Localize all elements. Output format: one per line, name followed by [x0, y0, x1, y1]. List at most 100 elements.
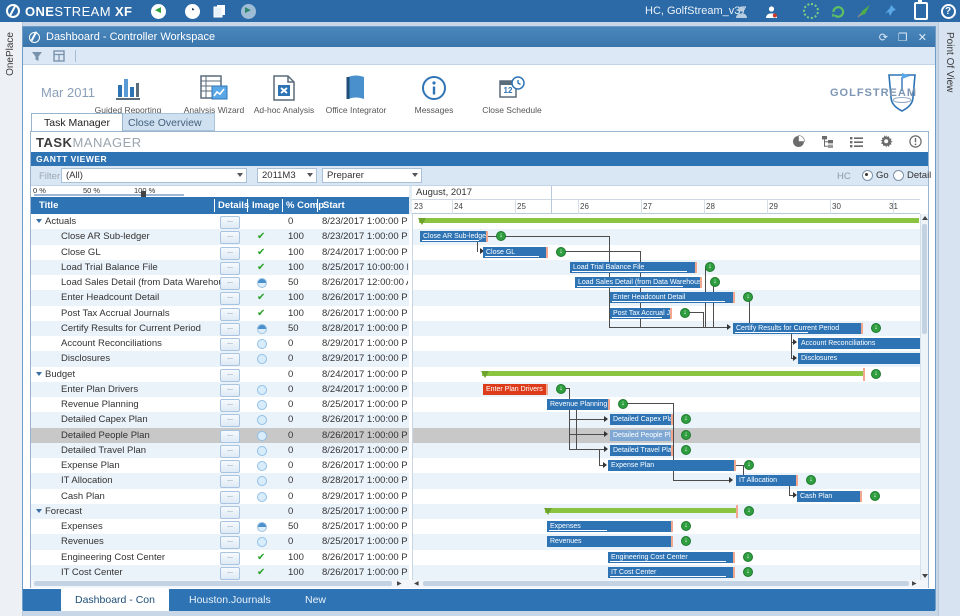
task-complete-circle-icon[interactable]: ↓: [681, 536, 691, 546]
table-row[interactable]: Engineering Cost Center...✔1008/26/2017 …: [31, 550, 409, 565]
window-refresh-button[interactable]: ⟳: [879, 31, 888, 44]
task-complete-circle-icon[interactable]: ↓: [743, 552, 753, 562]
task-complete-circle-icon[interactable]: ↓: [871, 369, 881, 379]
table-row[interactable]: Detailed Travel Plan...08/26/2017 1:00:0…: [31, 443, 409, 458]
gantt-bar[interactable]: Revenues: [547, 536, 673, 547]
table-row[interactable]: Enter Headcount Detail...✔1008/26/2017 1…: [31, 290, 409, 305]
window-close-button[interactable]: ✕: [918, 31, 927, 44]
table-row[interactable]: Actuals...08/23/2017 1:00:00 PM: [31, 214, 409, 229]
gear-icon[interactable]: [880, 135, 893, 148]
details-button[interactable]: ...: [220, 536, 240, 549]
column-header-comp[interactable]: % Comp: [286, 197, 324, 214]
navigate-icon[interactable]: ◔: [184, 3, 200, 19]
task-complete-circle-icon[interactable]: ↓: [681, 445, 691, 455]
details-button[interactable]: ...: [220, 262, 240, 275]
back-button[interactable]: ◄: [150, 3, 166, 19]
gantt-bar[interactable]: Post Tax Accrual Journ: [610, 308, 672, 319]
gantt-bar[interactable]: Detailed Travel Plan: [610, 445, 673, 456]
table-row[interactable]: Forecast...08/25/2017 1:00:00 PM: [31, 504, 409, 519]
radio-go[interactable]: Go: [862, 170, 889, 181]
gantt-bar[interactable]: Load Sales Detail (from Data Warehouse): [575, 277, 702, 288]
details-button[interactable]: ...: [220, 414, 240, 427]
task-complete-circle-icon[interactable]: ↓: [806, 475, 816, 485]
table-row[interactable]: Budget...08/24/2017 1:00:00 PM: [31, 367, 409, 382]
task-complete-circle-icon[interactable]: ↓: [556, 247, 566, 257]
oneplace-strip[interactable]: OnePlace: [0, 22, 23, 616]
table-row[interactable]: Post Tax Accrual Journals...✔1008/26/201…: [31, 306, 409, 321]
details-button[interactable]: ...: [220, 247, 240, 260]
gantt-vertical-scrollbar[interactable]: [920, 214, 928, 580]
gantt-summary-bar[interactable]: [545, 508, 736, 513]
gantt-bar[interactable]: Certify Results for Current Period: [733, 323, 863, 334]
column-header-start[interactable]: Start: [323, 197, 345, 214]
details-button[interactable]: ...: [220, 506, 240, 519]
window-popout-button[interactable]: ❐: [898, 31, 908, 44]
details-button[interactable]: ...: [220, 384, 240, 397]
copy-pages-icon[interactable]: [212, 3, 228, 19]
zoom-slider-track[interactable]: [34, 194, 184, 196]
table-hscroll-right-arrow[interactable]: ▶: [397, 581, 402, 587]
group-collapse-icon[interactable]: [36, 372, 42, 376]
task-complete-circle-icon[interactable]: ↓: [618, 399, 628, 409]
table-row[interactable]: IT Cost Center...✔1008/26/2017 1:00:00 P…: [31, 565, 409, 580]
refresh-icon[interactable]: [830, 3, 846, 19]
period-dropdown[interactable]: 2011M3: [257, 168, 317, 183]
table-row[interactable]: Certify Results for Current Period...508…: [31, 321, 409, 336]
details-button[interactable]: ...: [220, 216, 240, 229]
gantt-bar[interactable]: IT Allocation: [736, 475, 798, 486]
layout-grid-icon[interactable]: [53, 50, 65, 62]
group-collapse-icon[interactable]: [36, 509, 42, 513]
task-complete-circle-icon[interactable]: ↓: [681, 521, 691, 531]
table-row[interactable]: Load Trial Balance File...✔1008/25/2017 …: [31, 260, 409, 275]
clipboard-icon[interactable]: [913, 3, 929, 19]
task-complete-circle-icon[interactable]: ↓: [705, 262, 715, 272]
details-button[interactable]: ...: [220, 353, 240, 366]
details-button[interactable]: ...: [220, 369, 240, 382]
table-row[interactable]: IT Allocation...08/28/2017 1:00:00 PM: [31, 473, 409, 488]
gantt-bar[interactable]: Enter Headcount Detail: [610, 292, 735, 303]
gantt-bar[interactable]: Detailed Capex Plan: [610, 414, 673, 425]
app-icon-messages[interactable]: Messages: [391, 71, 477, 115]
gantt-bar[interactable]: IT Cost Center: [608, 567, 735, 578]
task-complete-circle-icon[interactable]: ↓: [870, 491, 880, 501]
gantt-bar[interactable]: Enter Plan Drivers: [483, 384, 548, 395]
table-row[interactable]: Load Sales Detail (from Data Warehouse).…: [31, 275, 409, 290]
task-complete-circle-icon[interactable]: ↓: [743, 292, 753, 302]
table-row[interactable]: Revenues...08/25/2017 1:00:00 PM: [31, 534, 409, 549]
scroll-down-arrow-icon[interactable]: [922, 574, 928, 578]
details-button[interactable]: ...: [220, 292, 240, 305]
task-complete-circle-icon[interactable]: ↓: [871, 323, 881, 333]
app-icon-close-schedule[interactable]: 12Close Schedule: [469, 71, 555, 115]
details-button[interactable]: ...: [220, 430, 240, 443]
details-button[interactable]: ...: [220, 552, 240, 565]
column-header-title[interactable]: Title: [39, 197, 58, 214]
task-complete-circle-icon[interactable]: ↓: [710, 277, 720, 287]
task-complete-circle-icon[interactable]: ↓: [744, 460, 754, 470]
bottom-tab-dashboard-con[interactable]: Dashboard - Con: [61, 589, 169, 611]
table-row[interactable]: Detailed People Plan...08/26/2017 1:00:0…: [31, 428, 409, 443]
table-hscroll-thumb[interactable]: [34, 581, 392, 586]
task-complete-circle-icon[interactable]: ↓: [743, 567, 753, 577]
tab-close-overview[interactable]: Close Overview: [115, 113, 215, 131]
app-icon-office-integrator[interactable]: Office Integrator: [313, 71, 399, 115]
radio-detail[interactable]: Detail: [893, 170, 931, 181]
details-button[interactable]: ...: [220, 567, 240, 580]
task-complete-circle-icon[interactable]: ↓: [681, 414, 691, 424]
gantt-bar[interactable]: Load Trial Balance File: [570, 262, 697, 273]
table-row[interactable]: Close AR Sub-ledger...✔1008/23/2017 1:00…: [31, 229, 409, 244]
details-button[interactable]: ...: [220, 521, 240, 534]
table-row[interactable]: Cash Plan...08/29/2017 1:00:00 PM: [31, 489, 409, 504]
table-row[interactable]: Account Reconciliations...08/29/2017 1:0…: [31, 336, 409, 351]
alert-circle-icon[interactable]: [909, 135, 922, 148]
user-status-icon[interactable]: [763, 3, 779, 19]
gantt-bar[interactable]: Close AR Sub-ledger: [420, 231, 488, 242]
details-button[interactable]: ...: [220, 491, 240, 504]
details-button[interactable]: ...: [220, 231, 240, 244]
details-button[interactable]: ...: [220, 308, 240, 321]
details-button[interactable]: ...: [220, 338, 240, 351]
pie-chart-icon[interactable]: [792, 135, 805, 148]
pin-icon[interactable]: [882, 3, 898, 19]
gantt-hscroll-left-arrow[interactable]: ◀: [414, 581, 419, 587]
vertical-scroll-thumb[interactable]: [922, 224, 927, 334]
app-icon-guided-reporting[interactable]: Guided Reporting: [85, 71, 171, 115]
